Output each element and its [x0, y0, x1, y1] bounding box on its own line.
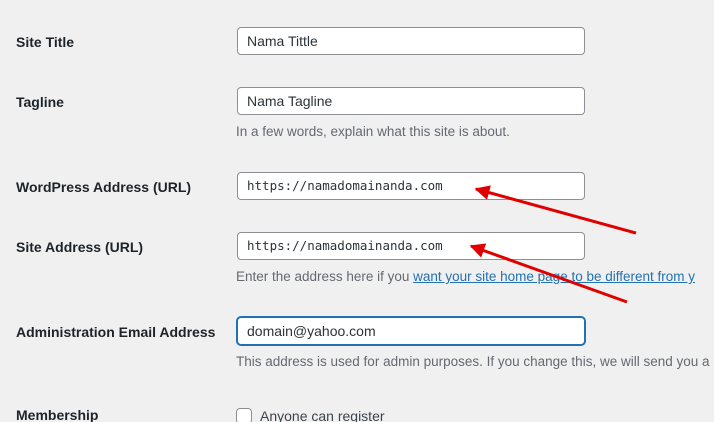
membership-checkbox[interactable] [236, 408, 252, 422]
general-settings-page: Site Title Nama Tittle Tagline Nama Tagl… [0, 0, 714, 422]
site-address-help-link[interactable]: want your site home page to be different… [413, 269, 695, 284]
membership-label: Membership [16, 407, 99, 422]
admin-email-input[interactable]: domain@yahoo.com [237, 317, 585, 345]
site-address-label: Site Address (URL) [16, 239, 144, 255]
site-address-description: Enter the address here if you want your … [236, 269, 695, 284]
wordpress-address-input[interactable]: https://namadomainanda.com [237, 172, 585, 200]
admin-email-description: This address is used for admin purposes.… [236, 354, 710, 369]
tagline-input[interactable]: Nama Tagline [237, 87, 585, 115]
site-address-input[interactable]: https://namadomainanda.com [237, 232, 585, 260]
site-title-input[interactable]: Nama Tittle [237, 27, 585, 55]
membership-checkbox-label: Anyone can register [260, 408, 385, 422]
tagline-label: Tagline [16, 94, 64, 110]
site-title-label: Site Title [16, 34, 75, 50]
site-address-description-text: Enter the address here if you [236, 269, 414, 284]
admin-email-label: Administration Email Address [16, 324, 216, 340]
tagline-description: In a few words, explain what this site i… [236, 124, 510, 139]
wordpress-address-label: WordPress Address (URL) [16, 179, 192, 195]
